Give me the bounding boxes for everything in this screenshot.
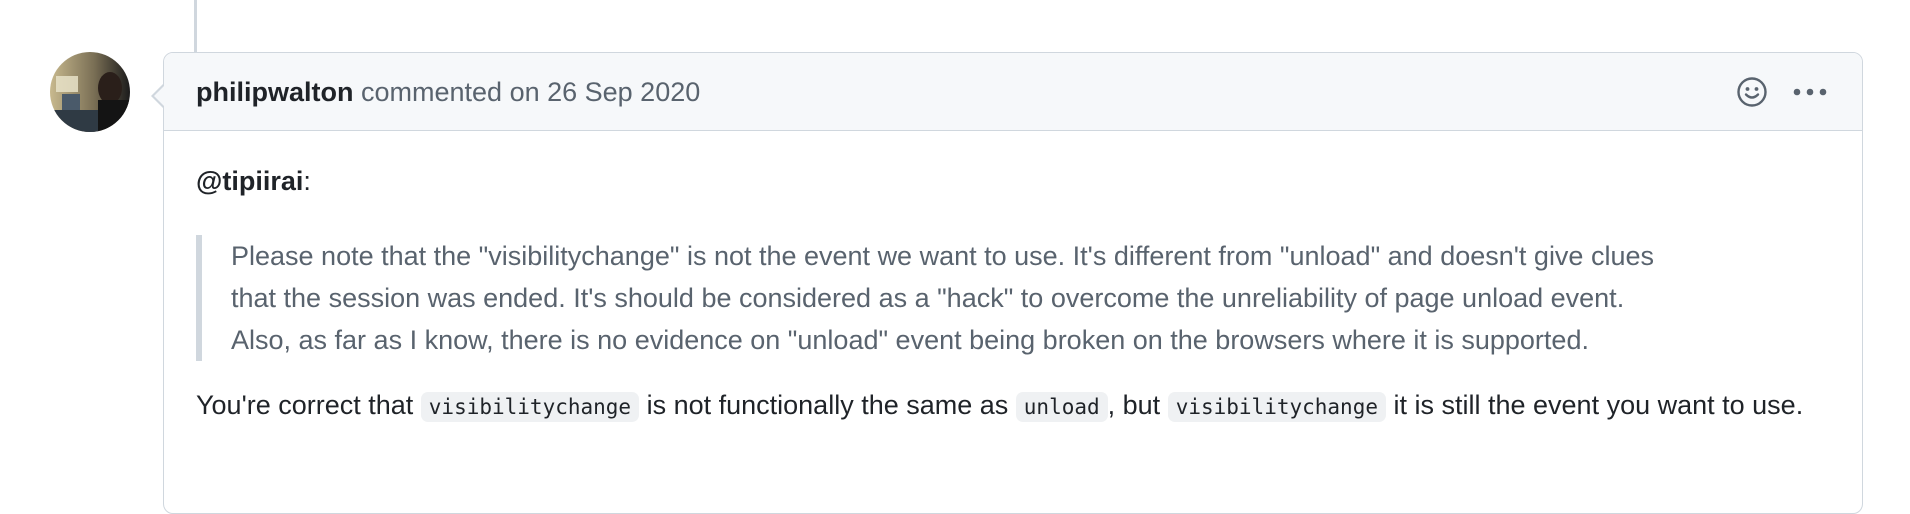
mention-line: @tipiirai: [196,166,311,196]
inline-code: visibilitychange [420,392,640,422]
inline-code: unload [1015,392,1108,422]
inline-code: visibilitychange [1167,392,1386,422]
quote-line: Please note that the "visibilitychange" … [231,241,1654,271]
avatar[interactable] [50,52,130,132]
timeline-line [194,0,197,52]
avatar-image [50,52,130,132]
comment-timestamp[interactable]: commented on 26 Sep 2020 [361,77,700,107]
smiley-icon[interactable] [1734,74,1770,110]
quote-line: Also, as far as I know, there is no evid… [231,325,1589,355]
kebab-horizontal-icon[interactable] [1792,74,1828,110]
comment-body: @tipiirai: Please note that the "visibil… [196,163,1822,429]
user-mention[interactable]: @tipiirai [196,166,303,196]
comment-header: philipwalton commented on 26 Sep 2020 [164,53,1862,131]
comment-paragraph: You're correct that visibilitychange is … [196,390,1804,422]
comment-actions [1734,74,1828,110]
blockquote: Please note that the "visibilitychange" … [196,235,1822,361]
comment-card: philipwalton commented on 26 Sep 2020 @t… [151,52,1863,514]
quote-line: that the session was ended. It's should … [231,283,1625,313]
author-link[interactable]: philipwalton [196,77,353,107]
comment-meta: philipwalton commented on 26 Sep 2020 [196,77,700,108]
